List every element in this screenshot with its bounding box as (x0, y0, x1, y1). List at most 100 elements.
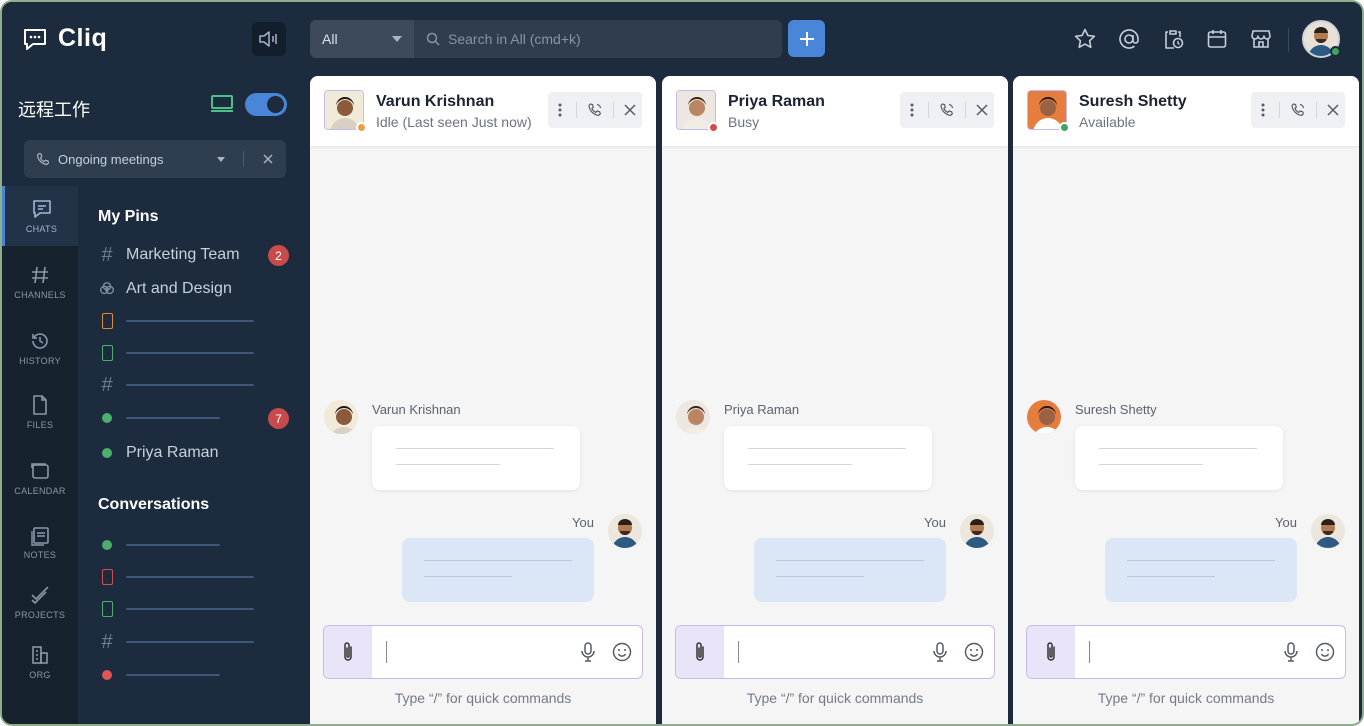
rail-item-org[interactable]: ORG (2, 632, 78, 692)
status-dot-icon (98, 540, 116, 550)
you-label: You (1275, 515, 1297, 530)
message-composer (675, 625, 995, 679)
store-button[interactable] (1246, 24, 1276, 54)
chat-list-pane: My Pins # Marketing Team 2 Art and Desig… (78, 186, 310, 724)
message-bubble[interactable] (1075, 426, 1283, 490)
emoji-icon[interactable] (610, 640, 634, 664)
message-bubble[interactable] (372, 426, 580, 490)
rail-item-files[interactable]: FILES (2, 382, 78, 442)
redacted-label (126, 417, 220, 419)
rail-item-channels[interactable]: CHANNELS (2, 252, 78, 312)
star-button[interactable] (1070, 24, 1100, 54)
calendar-button[interactable] (1202, 24, 1232, 54)
contact-name[interactable]: Varun Krishnan (376, 93, 494, 111)
pin-label: Priya Raman (126, 444, 219, 461)
pin-item-art-and-design[interactable]: Art and Design (98, 276, 298, 302)
divider (1279, 102, 1281, 118)
rail-item-projects[interactable]: PROJECTS (2, 572, 78, 632)
org-icon (32, 646, 48, 664)
divider (928, 102, 930, 118)
outgoing-message-bubble[interactable] (1105, 538, 1297, 602)
microphone-icon[interactable] (928, 640, 952, 664)
top-actions (1070, 24, 1276, 54)
new-chat-button[interactable] (788, 20, 825, 57)
close-icon[interactable] (623, 103, 637, 117)
more-vertical-icon[interactable] (1256, 102, 1270, 118)
outgoing-message-bubble[interactable] (754, 538, 946, 602)
hash-icon: # (101, 243, 113, 266)
pin-label: Art and Design (126, 280, 232, 297)
speaker-button[interactable] (252, 22, 286, 56)
outgoing-message-bubble[interactable] (402, 538, 594, 602)
monitor-icon[interactable] (210, 94, 234, 114)
microphone-icon[interactable] (576, 640, 600, 664)
message-input[interactable] (390, 626, 570, 678)
sender-avatar[interactable] (324, 400, 358, 434)
chat-actions (548, 92, 642, 128)
message-input[interactable] (742, 626, 922, 678)
toggle-knob (267, 96, 284, 113)
clipboard-clock-icon (1165, 30, 1184, 49)
phone-call-icon[interactable] (1290, 102, 1306, 118)
close-icon[interactable] (262, 153, 274, 165)
top-bar: Cliq All Search in All (cmd+k) (2, 2, 1362, 78)
ongoing-meetings-dropdown[interactable]: Ongoing meetings (24, 140, 286, 178)
app-logo[interactable]: Cliq (22, 24, 107, 53)
more-vertical-icon[interactable] (553, 102, 567, 118)
phone-call-icon[interactable] (587, 102, 603, 118)
pin-item[interactable] (98, 308, 298, 334)
message-bubble[interactable] (724, 426, 932, 490)
divider (576, 102, 578, 118)
redacted-label (126, 352, 254, 354)
rail-item-calendar[interactable]: CALENDAR (2, 448, 78, 508)
emoji-icon[interactable] (1313, 640, 1337, 664)
status-dot-icon (98, 448, 116, 458)
pin-item-priya-raman[interactable]: Priya Raman (98, 440, 298, 466)
contact-name[interactable]: Priya Raman (728, 93, 825, 111)
close-icon[interactable] (975, 103, 989, 117)
paperclip-icon (344, 642, 352, 661)
rail-item-chats[interactable]: CHATS (2, 186, 78, 246)
attach-button[interactable] (676, 626, 724, 678)
message-input[interactable] (1093, 626, 1273, 678)
more-vertical-icon[interactable] (905, 102, 919, 118)
divider (964, 102, 966, 118)
reminders-button[interactable] (1158, 24, 1188, 54)
sender-avatar[interactable] (676, 400, 710, 434)
status-dot-icon (98, 413, 116, 423)
chat-header: Suresh Shetty Available (1013, 76, 1359, 146)
rail-item-notes[interactable]: NOTES (2, 512, 78, 572)
sender-name: Varun Krishnan (372, 402, 461, 417)
attach-button[interactable] (1027, 626, 1075, 678)
conversation-item[interactable] (98, 564, 298, 590)
mentions-button[interactable] (1114, 24, 1144, 54)
text-cursor (1089, 641, 1090, 663)
close-icon[interactable] (1326, 103, 1340, 117)
pin-item[interactable]: # (98, 372, 298, 398)
quick-commands-hint: Type “/” for quick commands (394, 690, 572, 706)
conversation-item[interactable] (98, 532, 298, 558)
search-bar: All Search in All (cmd+k) (310, 20, 782, 58)
unread-badge: 7 (268, 408, 289, 429)
sender-avatar[interactable] (1027, 400, 1061, 434)
attach-button[interactable] (324, 626, 372, 678)
search-input[interactable]: Search in All (cmd+k) (414, 20, 782, 58)
phone-call-icon[interactable] (939, 102, 955, 118)
contact-name[interactable]: Suresh Shetty (1079, 93, 1187, 111)
redacted-label (126, 641, 254, 643)
microphone-icon[interactable] (1279, 640, 1303, 664)
search-scope-select[interactable]: All (310, 20, 414, 58)
conversation-item[interactable]: # (98, 629, 298, 655)
workspace-toggle[interactable] (245, 93, 287, 116)
rail-item-history[interactable]: HISTORY (2, 318, 78, 378)
redacted-label (126, 608, 254, 610)
quick-commands-hint: Type “/” for quick commands (1097, 690, 1275, 706)
chat-actions (1251, 92, 1345, 128)
status-dot-icon (98, 670, 116, 680)
quick-commands-hint: Type “/” for quick commands (746, 690, 924, 706)
presence-dot (356, 122, 367, 133)
pin-item[interactable] (98, 340, 298, 366)
conversation-item[interactable] (98, 596, 298, 622)
conversation-item[interactable] (98, 662, 298, 688)
emoji-icon[interactable] (962, 640, 986, 664)
